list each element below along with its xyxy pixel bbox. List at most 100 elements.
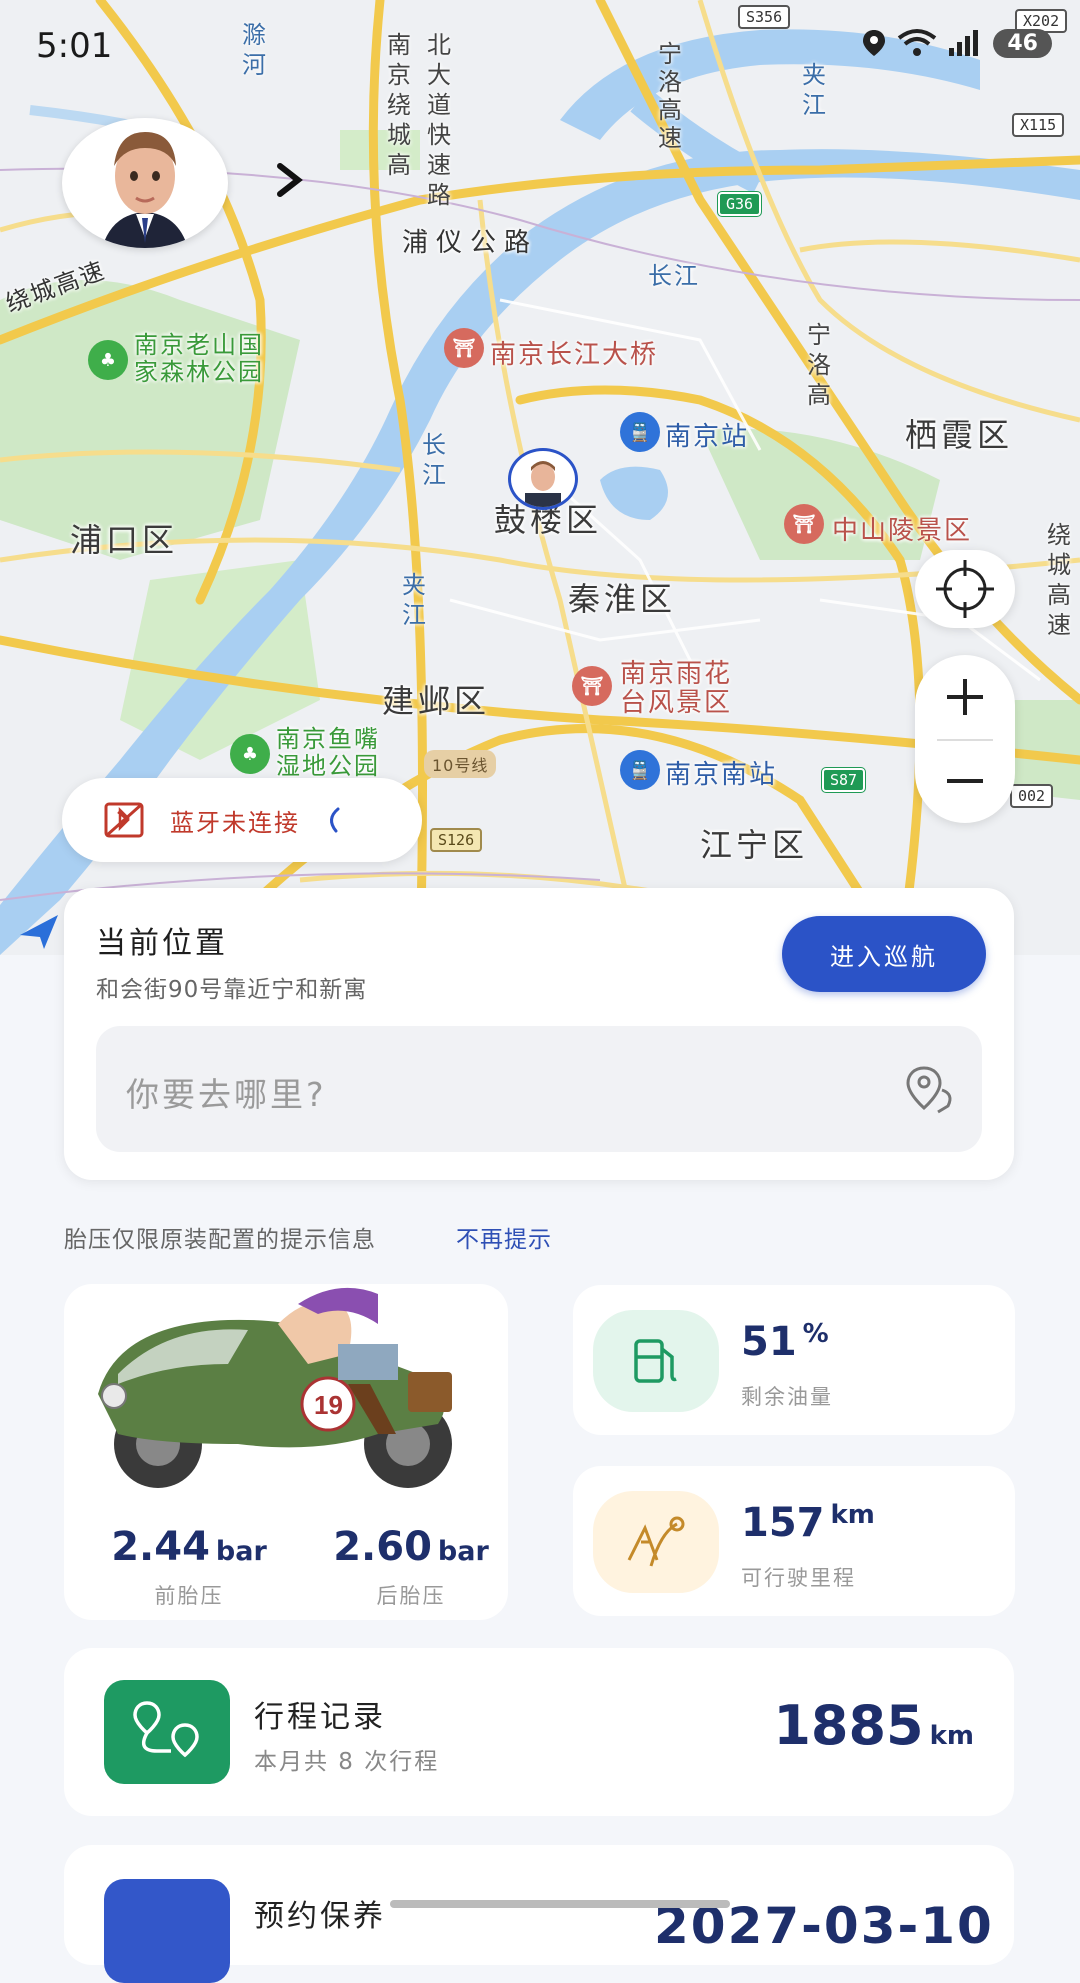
poi-sun-yat-sen[interactable]: 中山陵景区 [832,510,972,547]
motorcycle-illustration: 19 [98,1287,452,1488]
fuel-unit: % [802,1319,829,1349]
user-marker-avatar [525,461,561,507]
train-station-pin-icon[interactable]: 🚆 [620,412,660,452]
trip-distance-unit: km [929,1721,974,1751]
trip-distance-value: 1885 [773,1694,924,1757]
poi-yangtze-bridge[interactable]: 南京长江大桥 [490,334,658,371]
range-label: 可行驶里程 [741,1566,856,1590]
shield-s87: S87 [820,767,867,793]
bluetooth-status-pill[interactable]: 蓝牙未连接 [62,778,422,862]
status-time: 5:01 [36,26,113,66]
signal-icon [949,30,979,56]
scenic-pin-icon[interactable]: ⛩ [444,328,484,368]
bluetooth-status-label: 蓝牙未连接 [170,808,300,837]
front-tire-unit: bar [215,1536,267,1567]
rear-tire-value-group: 2.60 bar [326,1524,496,1570]
bluetooth-disconnected-icon [104,802,144,838]
locate-me-button[interactable] [915,550,1015,628]
route-pins-icon [133,1701,199,1758]
fuel-icon-badge [593,1310,719,1412]
navigation-arrow-icon [14,905,64,955]
poi-yuhuatai[interactable]: 南京雨花 台风景区 [620,660,732,718]
river-changjiang-2: 长江 [422,431,446,489]
shield-002: 002 [1010,784,1054,808]
shield-s356: S356 [738,5,791,29]
road-trip-icon [627,1516,685,1567]
trip-record-subtitle: 本月共 8 次行程 [254,1749,440,1775]
train-station-pin-icon-2[interactable]: 🚆 [620,750,660,790]
road-ninghe-north: 宁洛高速 [658,40,682,152]
front-tire-label: 前胎压 [154,1584,224,1608]
metro-line-10: 10号线 [424,750,497,778]
rear-tire-value: 2.60 [333,1524,432,1570]
trip-record-title: 行程记录 [254,1700,386,1735]
location-status-icon [863,30,886,56]
map-pin-search-icon[interactable] [904,1064,960,1116]
minus-icon [947,779,983,783]
loading-spinner-icon [330,807,340,833]
maintenance-wrench-icon [104,1879,230,1983]
current-location-title: 当前位置 [96,926,228,961]
user-location-marker[interactable] [508,448,578,510]
zoom-in-button[interactable] [915,655,1015,739]
scenic-pin-icon-2[interactable]: ⛩ [784,504,824,544]
front-tire-value-group: 2.44 bar [104,1524,274,1570]
maintenance-title: 预约保养 [254,1899,386,1934]
road-north-avenue: 北大道快速路 [427,31,451,209]
range-value: 157 [741,1500,825,1546]
poi-nanjing-station[interactable]: 南京站 [665,416,749,453]
district-qixia: 栖霞区 [905,416,1014,454]
range-unit: km [830,1500,875,1530]
poi-yuzui-wetland[interactable]: 南京鱼嘴 湿地公园 [276,726,380,780]
fuel-value-group: 51% [741,1319,829,1365]
dismiss-tip-link[interactable]: 不再提示 [456,1220,552,1254]
park-pin-icon-2[interactable]: ♣ [230,734,270,774]
destination-search-input[interactable]: 你要去哪里? [96,1026,982,1152]
river-jiajiang-north: 夹江 [802,61,826,119]
fuel-label: 剩余油量 [741,1385,833,1409]
river-jiajiang: 夹江 [402,571,426,629]
status-icons: 46 [861,28,1052,58]
fuel-pump-icon [634,1339,677,1383]
park-pin-icon[interactable]: ♣ [88,340,128,380]
shield-g36: G36 [716,191,763,217]
chevron-right-icon[interactable] [272,160,308,204]
district-pukou: 浦口区 [70,521,179,559]
range-card[interactable]: 157 km 可行驶里程 [573,1466,1015,1616]
zoom-controls [915,655,1015,823]
plus-icon [947,679,983,715]
fuel-card[interactable]: 51% 剩余油量 [573,1285,1015,1435]
current-location-card: 当前位置 和会街90号靠近宁和新寓 进入巡航 你要去哪里? [64,888,1014,1180]
road-ninghe-east: 宁洛高 [807,321,831,409]
fuel-value: 51 [741,1319,797,1365]
district-jiangning: 江宁区 [700,826,809,864]
search-placeholder: 你要去哪里? [126,1075,327,1114]
district-jianye: 建邺区 [382,682,491,720]
tire-pressure-card[interactable]: 19 2.44 bar 前胎压 2.60 bar 后胎压 [64,1284,508,1620]
crosshair-icon [936,560,994,618]
poi-laoshan-forest-park[interactable]: 南京老山国 家森林公园 [134,332,264,386]
shield-s126: S126 [430,828,483,852]
svg-text:19: 19 [314,1390,343,1420]
scenic-pin-icon-3[interactable]: ⛩ [572,666,612,706]
road-puyi: 浦仪公路 [402,228,539,258]
poi-nanjing-south-station[interactable]: 南京南站 [665,754,777,791]
start-cruise-button[interactable]: 进入巡航 [782,916,986,992]
wifi-icon [898,29,937,56]
river-chuhe: 滁河 [242,21,266,79]
home-indicator[interactable] [390,1900,730,1908]
district-qinhuai: 秦淮区 [568,580,677,618]
trip-icon-badge [104,1680,230,1784]
battery-indicator: 46 [993,28,1052,58]
range-value-group: 157 km [741,1500,875,1546]
shield-x115: X115 [1012,113,1065,137]
rear-tire-label: 后胎压 [376,1584,446,1608]
zoom-out-button[interactable] [915,741,1015,823]
tire-pressure-tip: 胎压仅限原装配置的提示信息 [64,1227,376,1253]
profile-avatar-button[interactable] [62,118,228,248]
current-location-address: 和会街90号靠近宁和新寓 [96,977,368,1003]
avatar [62,118,228,248]
river-changjiang: 长江 [648,262,700,290]
range-icon-badge [593,1491,719,1593]
trip-record-card[interactable]: 行程记录 本月共 8 次行程 1885 km [64,1648,1014,1816]
